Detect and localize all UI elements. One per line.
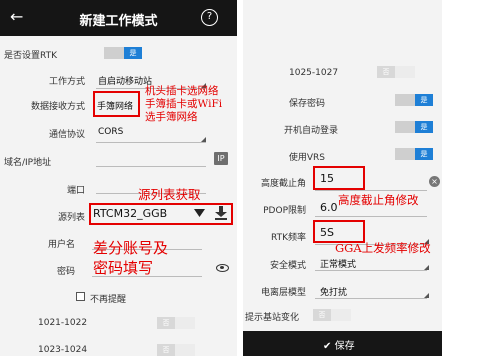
annotation-source-list: 源列表获取 [138,187,201,202]
divider [315,216,427,217]
dropdown-corner-icon [424,265,429,270]
divider [315,298,427,299]
toggle-knob: 否 [377,66,395,78]
save-password-toggle[interactable]: 是 [395,94,433,106]
msg-1023-toggle[interactable]: 否 [157,344,195,356]
pdop-input[interactable]: 6.0 [320,201,338,214]
toggle-knob: 否 [157,317,175,329]
save-bar[interactable]: ✔ 保存 [243,331,442,356]
annotation-network-3: 选手簿网络 [145,111,198,123]
help-icon[interactable]: ? [201,9,218,26]
toggle-knob: 是 [124,47,142,59]
save-button-label: 保存 [334,341,355,352]
toggle-knob: 否 [157,344,175,356]
work-mode-select[interactable]: 自启动移动站 [98,74,152,87]
toggle-knob: 是 [415,148,433,160]
rtk-setting-label: 是否设置RTK [4,51,57,61]
msg-1023-label: 1023-1024 [38,345,88,355]
port-label: 端口 [66,186,85,196]
divider [96,142,206,143]
dropdown-arrow-icon[interactable] [193,208,206,218]
domain-ip-label: 域名/IP地址 [4,158,52,168]
annotation-freq: GGA上发频率修改 [335,241,431,255]
data-receive-select[interactable]: 手簿网络 [97,99,133,112]
no-remind-checkbox[interactable] [76,292,85,301]
annotation-account-1: 差分账号及 [93,239,169,257]
password-label: 密码 [56,267,75,277]
rtk-freq-label: RTK频率 [271,233,306,243]
protocol-select[interactable]: CORS [98,127,123,137]
annotation-cutoff: 高度截止角修改 [338,193,419,207]
work-mode-label: 工作方式 [48,77,85,87]
mountpoint-select[interactable]: RTCM32_GGB [93,207,167,220]
msg-1021-label: 1021-1022 [38,318,88,328]
base-change-toggle[interactable]: 否 [313,309,351,321]
data-receive-label: 数据接收方式 [30,102,85,112]
divider [315,270,427,271]
iono-model-select[interactable]: 免打扰 [320,285,347,298]
toggle-knob: 是 [415,94,433,106]
toggle-knob: 是 [415,121,433,133]
use-vrs-label: 使用VRS [288,153,325,163]
cutoff-angle-input[interactable]: 15 [320,172,334,185]
clear-icon[interactable]: × [429,176,440,187]
ip-icon[interactable]: IP [214,152,228,165]
safety-mode-select[interactable]: 正常模式 [320,257,356,270]
toggle-knob: 否 [313,309,331,321]
rtk-setting-toggle[interactable]: 是 [104,47,142,59]
divider [315,190,427,191]
cutoff-angle-label: 高度截止角 [260,179,306,189]
msg-1025-toggle[interactable]: 否 [377,66,415,78]
username-label: 用户名 [47,240,75,250]
no-remind-label: 不再提醒 [90,295,127,305]
auto-login-toggle[interactable]: 是 [395,121,433,133]
save-button[interactable]: ✔ 保存 [323,337,355,352]
download-icon[interactable] [214,205,228,221]
rtk-freq-select[interactable]: 5S [320,226,334,239]
left-settings-panel: ← 新建工作模式 ? 是否设置RTK 是 工作方式 自启动移动站 数据接收方式 … [0,0,237,356]
base-change-label: 提示基站变化 [245,313,300,323]
mountpoint-label: 源列表 [57,213,85,223]
save-password-label: 保存密码 [288,99,325,109]
safety-mode-label: 安全模式 [269,261,306,271]
use-vrs-toggle[interactable]: 是 [395,148,433,160]
header-bar: ← 新建工作模式 ? [0,0,237,36]
dropdown-corner-icon [201,137,206,142]
right-settings-panel: 1025-1027 否 保存密码 是 开机自动登录 是 使用VRS 是 高度截止… [243,0,442,356]
eye-icon[interactable] [216,264,229,272]
pdop-label: PDOP限制 [263,206,306,216]
msg-1021-toggle[interactable]: 否 [157,317,195,329]
iono-model-label: 电离层模型 [260,288,306,298]
auto-login-label: 开机自动登录 [283,126,338,136]
check-icon: ✔ [323,341,332,352]
dropdown-corner-icon [424,293,429,298]
msg-1025-label: 1025-1027 [289,68,339,78]
protocol-label: 通信协议 [48,130,85,140]
annotation-account-2: 密码填写 [93,259,154,277]
domain-ip-input-line[interactable] [96,166,206,167]
